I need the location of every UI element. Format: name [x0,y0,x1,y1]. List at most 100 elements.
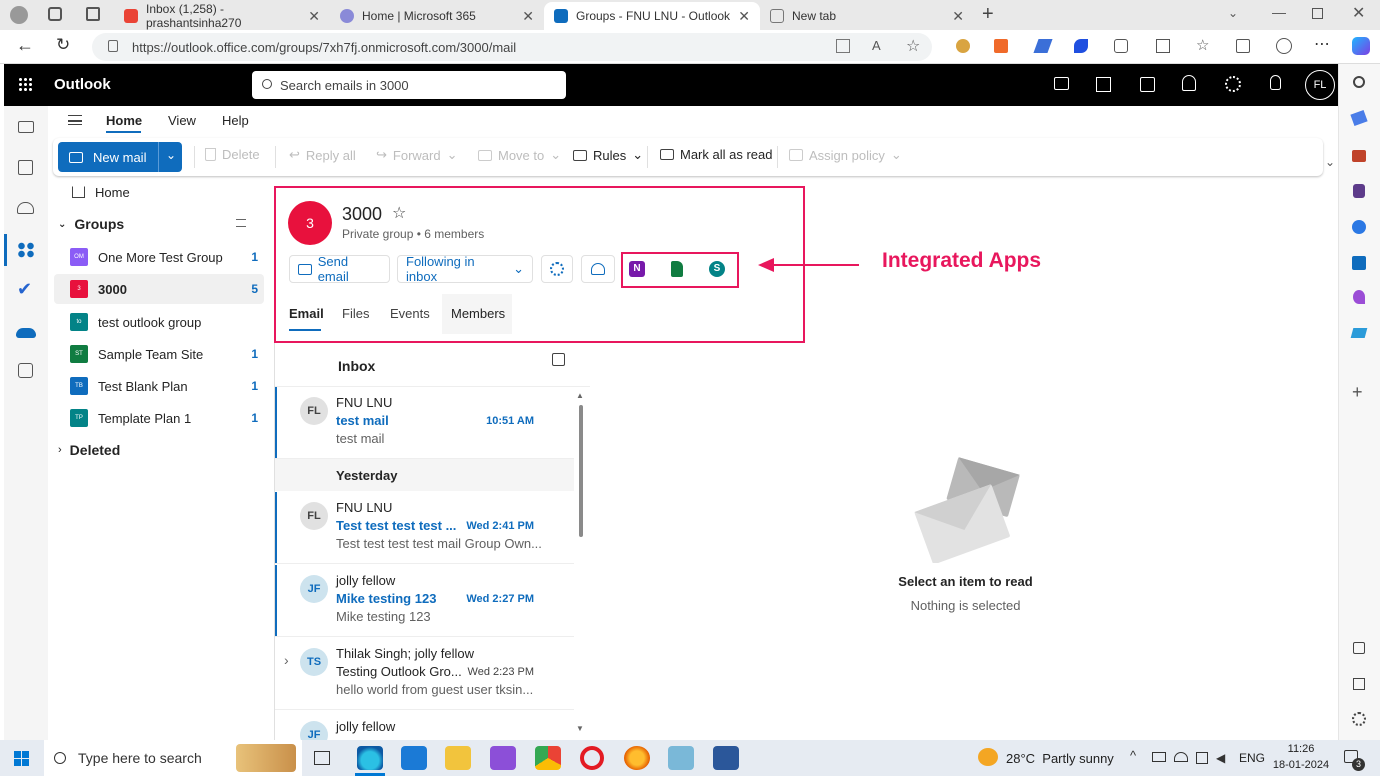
extensions-icon[interactable] [1114,39,1128,53]
browser-tab-newtab[interactable]: New tab ✕ [760,2,974,30]
sidebar-settings-icon[interactable] [1352,712,1366,726]
manage-members-button[interactable] [581,255,615,283]
shopping-tag-icon[interactable] [1350,109,1368,127]
tips-lightbulb-icon[interactable] [1270,75,1281,90]
message-row[interactable]: › TS Thilak Singh; jolly fellow Testing … [274,638,574,710]
tab-home[interactable]: Home [106,113,142,128]
browser-tab-m365[interactable]: Home | Microsoft 365 ✕ [330,2,544,30]
calendar-icon[interactable] [18,160,33,175]
close-window-button[interactable]: ✕ [1352,3,1365,23]
windows-start-icon[interactable] [14,751,29,766]
forward-button[interactable]: ↪ Forward ⌄ [376,147,458,163]
planner-icon[interactable] [671,261,683,277]
browser-tab-gmail[interactable]: Inbox (1,258) - prashantsinha270 ✕ [114,2,330,30]
file-explorer-icon[interactable] [445,746,471,770]
filter-icon[interactable] [236,219,246,227]
volume-icon[interactable]: ◀ [1216,751,1225,765]
url-field[interactable]: https://outlook.office.com/groups/7xh7fj… [92,33,932,61]
favorites-icon[interactable]: ☆ [1196,36,1209,54]
add-sidebar-app-icon[interactable]: + [1352,382,1363,403]
settings-gear-icon[interactable] [1225,76,1241,92]
split-screen-icon[interactable] [1156,39,1170,53]
groups-icon[interactable] [17,242,35,258]
close-tab-icon[interactable]: ✕ [308,8,320,25]
taskbar-search-input[interactable]: Type here to search [44,740,302,776]
close-tab-icon[interactable]: ✕ [522,8,534,25]
more-apps-icon[interactable] [18,363,33,378]
search-input[interactable]: Search emails in 3000 [252,71,566,99]
tools-icon[interactable] [1352,150,1366,162]
message-row[interactable]: FL FNU LNU Test test test test ... Wed 2… [274,492,574,564]
display-icon[interactable] [1196,752,1208,764]
browser-tab-outlook[interactable]: Groups - FNU LNU - Outlook ✕ [544,2,760,30]
send-email-button[interactable]: Send email [289,254,390,284]
favorite-star-icon[interactable]: ☆ [392,203,406,223]
scrollbar-thumb[interactable] [579,405,583,537]
drop-icon[interactable] [1350,328,1368,338]
onedrive-icon[interactable] [16,328,36,338]
word-icon[interactable] [713,746,739,770]
chrome-icon[interactable] [535,746,561,770]
network-icon[interactable] [1174,752,1188,762]
tab-view[interactable]: View [168,113,196,128]
outlook-icon[interactable] [1352,256,1366,270]
visual-studio-icon[interactable] [490,746,516,770]
scroll-down-arrow[interactable]: ▼ [576,724,584,733]
task-view-icon[interactable] [314,751,330,765]
onenote-icon[interactable]: N [629,261,645,277]
back-icon[interactable]: ← [16,35,34,56]
group-item-selected[interactable]: 3 3000 5 [54,274,264,304]
games-icon[interactable] [1353,184,1365,198]
chevron-right-icon[interactable]: › [284,652,289,668]
minimize-button[interactable]: — [1272,4,1286,20]
open-external-icon[interactable] [1353,678,1365,690]
tray-chevron-up-icon[interactable]: ^ [1130,748,1136,763]
tab-search-icon[interactable]: ⌄ [1228,6,1238,20]
todo-check-icon[interactable]: ✔ [17,280,34,298]
search-icon[interactable] [1353,76,1365,88]
group-item[interactable]: ST Sample Team Site 1 [54,339,264,369]
people-icon[interactable] [17,202,34,214]
collections-icon[interactable] [1236,39,1250,53]
weather-icon[interactable] [978,748,998,766]
weather-text[interactable]: 28°C Partly sunny [1006,751,1114,766]
m365-icon[interactable] [1352,220,1366,234]
rules-button[interactable]: Rules ⌄ [573,147,643,163]
tab-email[interactable]: Email [289,306,324,321]
clock-time[interactable]: 11:26 [1276,743,1326,755]
tab-events[interactable]: Events [390,306,430,321]
delete-button[interactable]: Delete [205,147,260,162]
move-to-button[interactable]: Move to ⌄ [478,147,561,163]
tab-help[interactable]: Help [222,113,249,128]
designer-icon[interactable] [1353,290,1365,304]
mail-taskbar-icon[interactable] [401,746,427,770]
opera-icon[interactable] [580,746,604,770]
message-row[interactable]: JF jolly fellow [274,711,574,740]
tab-files[interactable]: Files [342,306,369,321]
notifications-bell-icon[interactable] [1182,75,1196,91]
group-item[interactable]: TP Template Plan 1 1 [54,403,264,433]
settings-more-icon[interactable]: ⋯ [1314,34,1330,54]
select-mode-icon[interactable] [552,353,565,366]
restore-button[interactable] [1312,8,1323,19]
tab-actions-icon[interactable] [86,7,100,21]
groups-section-header[interactable]: ⌄ Groups [54,209,264,239]
copilot-icon[interactable] [1352,37,1370,55]
language-indicator[interactable]: ENG [1239,751,1265,765]
new-mail-button[interactable]: New mail ⌄ [58,142,182,172]
group-item[interactable]: OM One More Test Group 1 [54,242,264,272]
mark-all-read-button[interactable]: Mark all as read [660,147,772,162]
profile-icon[interactable] [10,6,28,24]
favorite-star-icon[interactable]: ☆ [906,36,920,56]
extension-icon[interactable] [1033,39,1053,53]
scroll-up-arrow[interactable]: ▲ [576,391,584,400]
extension-icon[interactable] [1074,39,1088,53]
user-avatar[interactable]: FL [1305,70,1335,100]
app-available-icon[interactable] [836,39,850,53]
new-tab-button[interactable]: + [982,3,994,26]
battery-icon[interactable] [1152,752,1166,762]
refresh-icon[interactable]: ↻ [56,35,70,55]
close-tab-icon[interactable]: ✕ [738,8,750,25]
group-item[interactable]: to test outlook group [54,307,264,337]
todo-icon[interactable] [1140,77,1155,92]
